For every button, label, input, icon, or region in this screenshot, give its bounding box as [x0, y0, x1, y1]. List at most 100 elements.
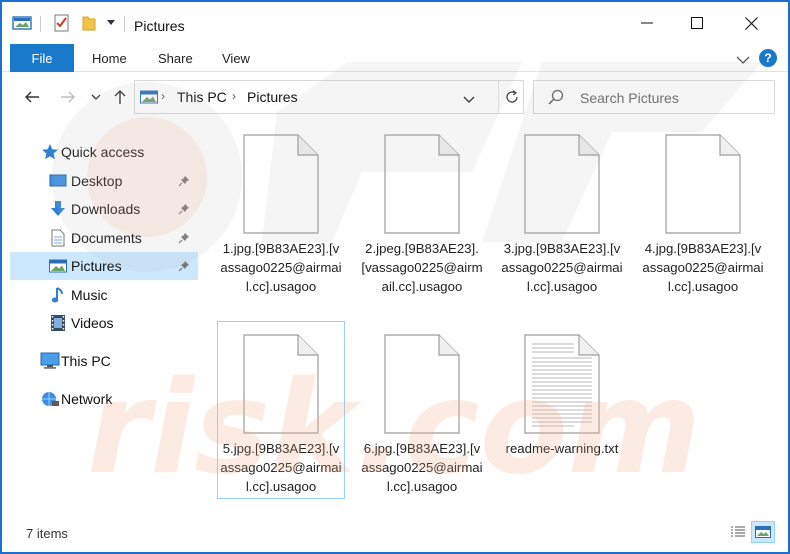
sidebar-item-label: Desktop: [71, 173, 123, 189]
details-view-button[interactable]: [728, 522, 748, 542]
pin-icon[interactable]: [178, 202, 190, 220]
chevron-down-icon[interactable]: [463, 91, 475, 109]
title-bar: Pictures: [2, 2, 788, 44]
file-item[interactable]: 2.jpeg.[9B83AE23].[vassago0225@airmail.c…: [359, 122, 485, 298]
back-button[interactable]: [22, 87, 42, 107]
pin-icon[interactable]: [178, 174, 190, 192]
file-name: 1.jpg.[9B83AE23].[vassago0225@airmail.cc…: [220, 241, 342, 294]
downloads-icon: [48, 199, 68, 219]
file-name: 5.jpg.[9B83AE23].[vassago0225@airmail.cc…: [220, 441, 342, 494]
file-name: 4.jpg.[9B83AE23].[vassago0225@airmail.cc…: [642, 241, 764, 294]
properties-icon[interactable]: [54, 14, 70, 32]
refresh-icon: [505, 90, 518, 103]
status-bar: 7 items: [2, 518, 788, 552]
sidebar-item-desktop[interactable]: Desktop: [10, 167, 198, 195]
details-view-icon: [731, 526, 745, 537]
pin-icon[interactable]: [178, 231, 190, 249]
file-name: 3.jpg.[9B83AE23].[vassago0225@airmail.cc…: [501, 241, 623, 294]
sidebar-item-label: Videos: [71, 315, 114, 331]
large-icons-view-button[interactable]: [751, 521, 775, 543]
file-view: 1.jpg.[9B83AE23].[vassago0225@airmail.cc…: [202, 122, 788, 518]
file-name: readme-warning.txt: [505, 441, 619, 456]
close-icon: [744, 16, 758, 30]
tab-file[interactable]: File: [10, 44, 74, 72]
toolbar-separator: [124, 16, 125, 32]
forward-button[interactable]: [58, 87, 78, 107]
chevron-down-icon: [91, 94, 101, 100]
maximize-icon: [691, 17, 703, 29]
sidebar-item-label: Network: [61, 391, 113, 407]
large-icons-view-icon: [755, 526, 771, 538]
address-bar[interactable]: › This PC › Pictures: [134, 80, 524, 114]
breadcrumb-this-pc[interactable]: This PC: [177, 89, 227, 105]
item-count: 7 items: [26, 526, 68, 541]
app-icon[interactable]: [12, 14, 32, 32]
blank-file-icon: [384, 134, 460, 234]
sidebar-item-label: This PC: [61, 353, 111, 369]
search-icon: [548, 89, 564, 110]
close-button[interactable]: [728, 2, 774, 44]
file-item[interactable]: 1.jpg.[9B83AE23].[vassago0225@airmail.cc…: [218, 122, 344, 298]
minimize-icon: [641, 22, 653, 24]
forward-arrow-icon: [61, 91, 75, 103]
sidebar-item-videos[interactable]: Videos: [10, 309, 198, 337]
tab-home[interactable]: Home: [92, 44, 127, 72]
file-item[interactable]: 3.jpg.[9B83AE23].[vassago0225@airmail.cc…: [499, 122, 625, 298]
search-input[interactable]: [580, 88, 760, 108]
blank-file-icon: [665, 134, 741, 234]
sidebar-item-network[interactable]: Network: [10, 385, 198, 413]
star-icon: [40, 142, 60, 162]
file-item[interactable]: 5.jpg.[9B83AE23].[vassago0225@airmail.cc…: [217, 321, 345, 499]
tab-view[interactable]: View: [222, 44, 250, 72]
sidebar-item-quick-access[interactable]: Quick access: [10, 138, 198, 166]
desktop-icon: [48, 171, 68, 191]
sidebar-item-this-pc[interactable]: This PC: [10, 347, 198, 375]
window-title: Pictures: [134, 18, 185, 34]
blank-file-icon: [243, 334, 319, 434]
blank-file-icon: [524, 134, 600, 234]
sidebar-item-documents[interactable]: Documents: [10, 224, 198, 252]
sidebar-item-label: Documents: [71, 230, 142, 246]
breadcrumb-separator[interactable]: ›: [161, 89, 165, 103]
new-folder-icon[interactable]: [82, 14, 96, 32]
network-icon: [40, 389, 60, 409]
up-button[interactable]: [110, 87, 130, 107]
refresh-button[interactable]: [498, 81, 524, 113]
music-icon: [48, 285, 68, 305]
file-name: 6.jpg.[9B83AE23].[vassago0225@airmail.cc…: [361, 441, 483, 494]
documents-icon: [48, 228, 68, 248]
videos-icon: [48, 313, 68, 333]
sidebar-item-label: Quick access: [61, 144, 145, 160]
breadcrumb-separator[interactable]: ›: [232, 89, 236, 103]
ribbon-expand-icon[interactable]: [736, 52, 750, 70]
blank-file-icon: [243, 134, 319, 234]
sidebar-item-label: Pictures: [71, 258, 122, 274]
pictures-folder-icon: [140, 90, 158, 109]
address-row: › This PC › Pictures: [2, 72, 788, 122]
sidebar-item-music[interactable]: Music: [10, 281, 198, 309]
computer-icon: [40, 351, 60, 371]
minimize-button[interactable]: [624, 2, 670, 44]
help-icon[interactable]: ?: [759, 49, 777, 67]
sidebar-item-label: Music: [71, 287, 108, 303]
sidebar-item-pictures[interactable]: Pictures: [10, 252, 198, 280]
toolbar-separator: [40, 16, 41, 32]
explorer-window: Pictures File Home Share View ? › This P…: [2, 2, 788, 552]
recent-locations-dropdown[interactable]: [88, 87, 104, 107]
file-item[interactable]: 6.jpg.[9B83AE23].[vassago0225@airmail.cc…: [359, 322, 485, 498]
ribbon-tabs: File Home Share View ?: [2, 44, 788, 72]
up-arrow-icon: [114, 90, 126, 104]
maximize-button[interactable]: [674, 2, 720, 44]
sidebar-item-downloads[interactable]: Downloads: [10, 195, 198, 223]
blank-file-icon: [384, 334, 460, 434]
tab-share[interactable]: Share: [158, 44, 193, 72]
pictures-icon: [48, 256, 68, 276]
text-file-icon: [524, 334, 600, 434]
pin-icon[interactable]: [178, 259, 190, 277]
chevron-down-icon[interactable]: [106, 14, 116, 32]
breadcrumb-pictures[interactable]: Pictures: [247, 89, 298, 105]
search-box[interactable]: [533, 80, 775, 114]
file-item[interactable]: 4.jpg.[9B83AE23].[vassago0225@airmail.cc…: [640, 122, 766, 298]
file-item[interactable]: readme-warning.txt: [499, 322, 625, 460]
file-name: 2.jpeg.[9B83AE23].[vassago0225@airmail.c…: [361, 241, 483, 294]
